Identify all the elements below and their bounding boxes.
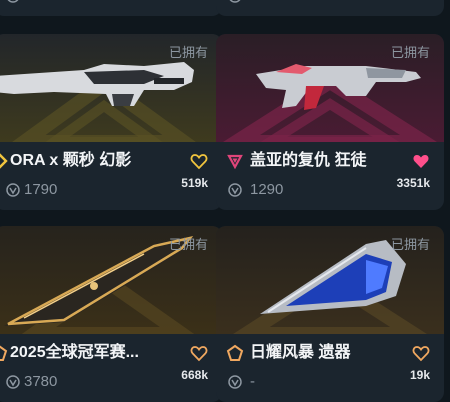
price: 1790	[24, 181, 58, 198]
like-count: 668k	[181, 368, 208, 382]
price: 1290	[24, 0, 57, 6]
price-row: 1590 629k	[216, 0, 444, 8]
price-row: 1790 519k	[0, 176, 222, 202]
price: 1590	[246, 0, 279, 6]
owned-label: 已拥有	[168, 237, 208, 252]
skin-card-2025-champions[interactable]: 已拥有 2025全球冠军赛... 3780 668k	[0, 226, 222, 402]
price-row: - 19k	[216, 368, 444, 394]
valorant-points-icon	[229, 0, 241, 3]
favorite-heart-icon[interactable]	[412, 152, 430, 170]
tier-icon	[227, 154, 243, 170]
skin-card-ora-phantom[interactable]: 已拥有 ORA x 颗秒 幻影 1790 519k	[0, 34, 222, 210]
valorant-points-icon	[228, 183, 242, 197]
favorite-heart-icon[interactable]	[190, 344, 208, 362]
owned-label: 已拥有	[390, 237, 430, 252]
owned-label: 已拥有	[168, 45, 208, 60]
owned-label: 已拥有	[390, 45, 430, 60]
price: -	[250, 373, 255, 390]
valorant-points-icon	[7, 0, 19, 3]
skin-name: 盖亚的复仇 狂徒	[250, 152, 367, 169]
price-row: 1290 505k	[0, 0, 222, 8]
like-count: 519k	[181, 176, 208, 190]
price: 3780	[24, 373, 58, 390]
skin-card-partial-right[interactable]: 1590 629k	[216, 0, 444, 16]
title-row: 日耀风暴 遗器	[216, 342, 444, 366]
skin-name: 2025全球冠军赛...	[10, 344, 139, 361]
tier-icon	[226, 344, 244, 361]
valorant-points-icon	[6, 183, 20, 197]
price-row: 1290 3351k	[216, 176, 444, 202]
skin-name: 日耀风暴 遗器	[250, 344, 351, 361]
valorant-points-icon	[6, 375, 20, 389]
valorant-points-icon	[228, 375, 242, 389]
skin-name: ORA x 颗秒 幻影	[10, 152, 132, 169]
favorite-heart-icon[interactable]	[412, 344, 430, 362]
skin-card-gaias-vengeance[interactable]: 已拥有 盖亚的复仇 狂徒 1290 3351k	[216, 34, 444, 210]
title-row: ORA x 颗秒 幻影	[0, 150, 222, 174]
skin-card-sunburst-relic[interactable]: 已拥有 日耀风暴 遗器 - 19k	[216, 226, 444, 402]
like-count: 19k	[409, 368, 430, 382]
skin-card-partial-left[interactable]: 1290 505k	[0, 0, 222, 16]
price: 1290	[250, 181, 284, 198]
tier-icon	[0, 153, 8, 169]
favorite-heart-icon[interactable]	[190, 152, 208, 170]
title-row: 盖亚的复仇 狂徒	[216, 150, 444, 174]
title-row: 2025全球冠军赛...	[0, 342, 222, 366]
like-count: 3351k	[396, 176, 430, 190]
tier-icon	[0, 345, 8, 361]
price-row: 3780 668k	[0, 368, 222, 394]
